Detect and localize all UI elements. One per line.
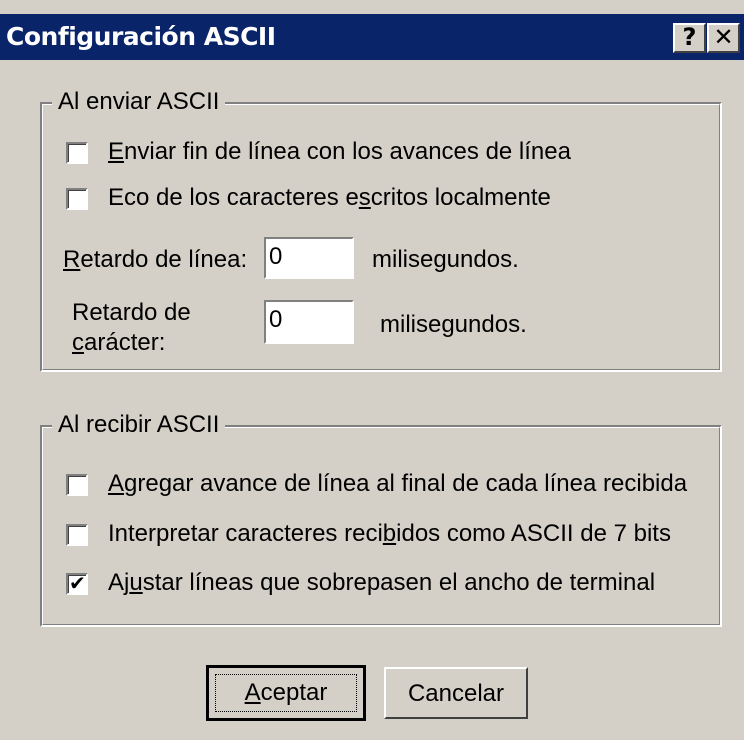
receive-option-wrap-lines-label: Ajustar líneas que sobrepasen el ancho d…	[108, 569, 656, 596]
char-delay-label-line1: Retardo de	[72, 299, 191, 326]
close-icon: ✕	[713, 23, 734, 51]
ok-button[interactable]: Aceptar	[206, 665, 366, 721]
focus-rect	[215, 674, 357, 712]
help-button[interactable]: ?	[673, 23, 706, 53]
receive-option-append-lf-label: Agregar avance de línea al final de cada…	[108, 470, 688, 497]
ascii-setup-dialog: Configuración ASCII ? ✕ Al enviar ASCII …	[0, 0, 744, 740]
line-delay-input[interactable]: 0	[264, 237, 354, 279]
char-delay-unit: milisegundos.	[380, 311, 527, 338]
close-button[interactable]: ✕	[707, 23, 740, 53]
send-option-line-feeds-label: Enviar fin de línea con los avances de l…	[108, 138, 571, 165]
send-option-echo-label: Eco de los caracteres escritos localment…	[108, 184, 551, 211]
checkbox-box[interactable]	[66, 474, 88, 496]
checkbox-box[interactable]: ✔	[66, 571, 88, 595]
line-delay-unit: milisegundos.	[372, 246, 519, 273]
line-delay-label: Retardo de línea:	[63, 246, 248, 273]
title-bar[interactable]: Configuración ASCII ? ✕	[0, 14, 744, 60]
char-delay-input[interactable]: 0	[264, 300, 354, 344]
help-icon: ?	[682, 23, 697, 51]
checkbox-box[interactable]	[66, 142, 88, 164]
checkbox-box[interactable]	[66, 524, 88, 546]
checkmark-icon: ✔	[69, 571, 86, 595]
cancel-button[interactable]: Cancelar	[384, 667, 528, 719]
send-ascii-legend: Al enviar ASCII	[52, 87, 226, 117]
receive-ascii-legend: Al recibir ASCII	[52, 410, 226, 440]
checkbox-box[interactable]	[66, 188, 88, 210]
window-title: Configuración ASCII	[6, 22, 276, 51]
receive-option-7bit-label: Interpretar caracteres recibidos como AS…	[108, 520, 671, 547]
char-delay-label-line2: carácter:	[72, 329, 166, 356]
